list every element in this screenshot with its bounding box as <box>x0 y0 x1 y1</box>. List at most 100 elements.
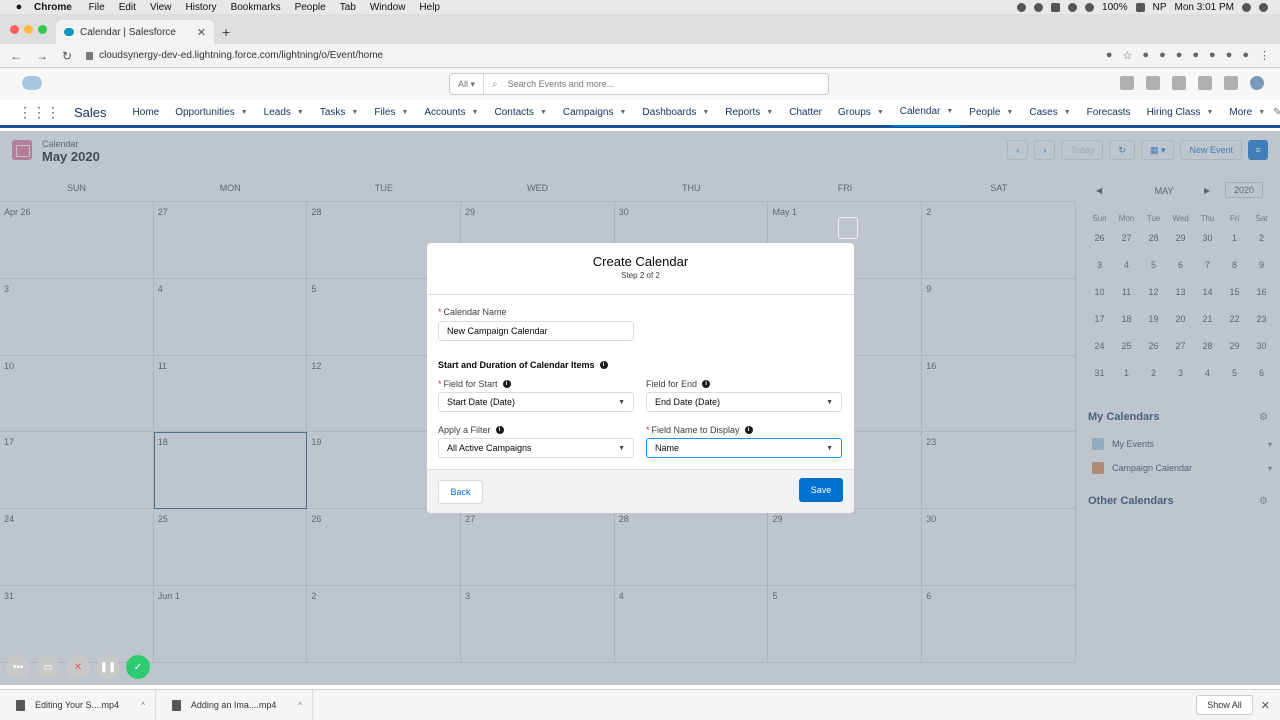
nav-item-leads[interactable]: Leads ▼ <box>256 99 312 127</box>
nav-item-accounts[interactable]: Accounts ▼ <box>416 99 486 127</box>
info-icon[interactable]: i <box>599 361 608 369</box>
nav-item-calendar[interactable]: Calendar ▼ <box>891 99 962 127</box>
mac-menu-view[interactable]: View <box>150 2 172 13</box>
mac-menu-history[interactable]: History <box>185 2 216 13</box>
close-tab-icon[interactable]: ✕ <box>197 26 206 39</box>
display-field-select[interactable]: Name ▼ <box>646 438 842 458</box>
download-item[interactable]: Adding an Ima....mp4 ^ <box>156 690 314 720</box>
global-search[interactable]: All ▾ ⌕ Search Events and more... <box>449 73 829 95</box>
chevron-down-icon[interactable]: ▼ <box>241 109 248 116</box>
siri-icon[interactable] <box>1259 2 1268 12</box>
field-end-select[interactable]: End Date (Date) ▼ <box>646 392 842 412</box>
nav-item-hiring-class[interactable]: Hiring Class ▼ <box>1139 99 1222 127</box>
nav-item-groups[interactable]: Groups ▼ <box>830 99 892 127</box>
close-window-icon[interactable] <box>10 25 19 34</box>
mac-menu-file[interactable]: File <box>89 2 105 13</box>
new-tab-icon[interactable]: + <box>222 24 230 40</box>
nav-item-contacts[interactable]: Contacts ▼ <box>486 99 554 127</box>
chevron-down-icon[interactable]: ▼ <box>472 109 479 116</box>
download-item[interactable]: Editing Your S....mp4 ^ <box>0 690 156 720</box>
extension-icon[interactable]: ● <box>1209 49 1216 62</box>
mac-menu-people[interactable]: People <box>295 2 326 13</box>
chevron-down-icon[interactable]: ▼ <box>877 109 884 116</box>
mac-menu-help[interactable]: Help <box>419 2 440 13</box>
user-avatar[interactable] <box>1250 76 1264 90</box>
info-icon[interactable]: i <box>702 380 711 388</box>
calendar-name-field[interactable]: New Campaign Calendar <box>438 321 634 341</box>
app-menu[interactable]: Chrome <box>34 2 72 13</box>
back-button[interactable]: Back <box>438 480 483 504</box>
chevron-down-icon[interactable]: ▼ <box>297 109 304 116</box>
clock[interactable]: Mon 3:01 PM <box>1175 2 1234 13</box>
mac-menu-bookmarks[interactable]: Bookmarks <box>231 2 281 13</box>
help-icon[interactable] <box>1172 76 1186 90</box>
nav-item-dashboards[interactable]: Dashboards ▼ <box>634 99 717 127</box>
chevron-up-icon[interactable]: ^ <box>298 701 302 710</box>
chevron-down-icon[interactable]: ▼ <box>351 109 358 116</box>
chevron-down-icon[interactable]: ▼ <box>766 109 773 116</box>
mac-menu-window[interactable]: Window <box>370 2 406 13</box>
chevron-down-icon[interactable]: ▼ <box>1206 109 1213 116</box>
field-start-select[interactable]: Start Date (Date) ▼ <box>438 392 634 412</box>
bluetooth-icon[interactable] <box>1068 2 1078 12</box>
nav-item-forecasts[interactable]: Forecasts <box>1079 99 1139 127</box>
back-icon[interactable]: ← <box>10 49 22 63</box>
spotlight-icon[interactable] <box>1242 2 1251 12</box>
nav-item-opportunities[interactable]: Opportunities ▼ <box>167 99 255 127</box>
filter-select[interactable]: All Active Campaigns ▼ <box>438 438 634 458</box>
pause-recording-icon[interactable]: ❚❚ <box>96 655 120 679</box>
extension-icon[interactable]: ● <box>1226 49 1233 62</box>
nav-item-cases[interactable]: Cases ▼ <box>1021 99 1078 127</box>
minimize-window-icon[interactable] <box>24 25 33 34</box>
org-logo-icon[interactable] <box>22 76 42 90</box>
app-launcher-icon[interactable]: ⋮⋮⋮ <box>18 104 60 121</box>
nav-item-files[interactable]: Files ▼ <box>366 99 416 127</box>
extension-icon[interactable]: ● <box>1159 49 1166 62</box>
mac-menu-tab[interactable]: Tab <box>340 2 356 13</box>
chevron-down-icon[interactable]: ▼ <box>619 109 626 116</box>
nav-item-reports[interactable]: Reports ▼ <box>717 99 781 127</box>
extension-icon[interactable]: ● <box>1142 49 1149 62</box>
mic-extension-icon[interactable]: ● <box>1106 49 1113 62</box>
chevron-down-icon[interactable]: ▼ <box>540 109 547 116</box>
save-button[interactable]: Save <box>799 478 843 502</box>
extension-icon[interactable]: ● <box>1192 49 1199 62</box>
status-icon[interactable] <box>1051 2 1061 12</box>
chevron-down-icon[interactable]: ▼ <box>702 109 709 116</box>
info-icon[interactable]: i <box>502 380 511 388</box>
browser-tab[interactable]: Calendar | Salesforce ✕ <box>56 20 214 44</box>
nav-item-chatter[interactable]: Chatter <box>781 99 830 127</box>
nav-item-home[interactable]: Home <box>125 99 168 127</box>
wifi-icon[interactable] <box>1085 2 1095 12</box>
battery-icon[interactable] <box>1135 2 1145 12</box>
setup-gear-icon[interactable] <box>1198 76 1212 90</box>
reload-icon[interactable]: ↻ <box>62 49 72 63</box>
apple-icon[interactable]: ● <box>12 1 26 13</box>
favorites-icon[interactable] <box>1120 76 1134 90</box>
search-scope[interactable]: All ▾ <box>450 74 485 94</box>
mac-menu-edit[interactable]: Edit <box>119 2 136 13</box>
camera-icon[interactable] <box>1034 2 1044 12</box>
notifications-bell-icon[interactable] <box>1224 76 1238 90</box>
nav-item-campaigns[interactable]: Campaigns ▼ <box>555 99 635 127</box>
nav-item-more[interactable]: More ▼ <box>1221 99 1273 127</box>
show-all-button[interactable]: Show All <box>1196 695 1253 715</box>
more-options-icon[interactable]: ••• <box>6 655 30 679</box>
chevron-up-icon[interactable]: ^ <box>141 701 145 710</box>
edit-nav-icon[interactable]: ✎ <box>1273 107 1280 118</box>
chevron-down-icon[interactable]: ▼ <box>401 109 408 116</box>
info-icon[interactable]: i <box>744 426 753 434</box>
info-icon[interactable]: i <box>495 426 504 434</box>
chevron-down-icon[interactable]: ▼ <box>1064 109 1071 116</box>
forward-icon[interactable]: → <box>36 49 48 63</box>
global-actions-icon[interactable] <box>1146 76 1160 90</box>
webcam-icon[interactable]: ▭ <box>36 655 60 679</box>
chevron-down-icon[interactable]: ▼ <box>946 108 953 115</box>
nav-item-tasks[interactable]: Tasks ▼ <box>312 99 367 127</box>
profile-avatar[interactable]: ● <box>1242 49 1249 62</box>
extension-icon[interactable]: ● <box>1176 49 1183 62</box>
close-downloads-icon[interactable]: ✕ <box>1261 699 1270 712</box>
url-field[interactable]: cloudsynergy-dev-ed.lightning.force.com/… <box>86 50 383 61</box>
cancel-recording-icon[interactable]: ✕ <box>66 655 90 679</box>
chevron-down-icon[interactable]: ▼ <box>1258 109 1265 116</box>
